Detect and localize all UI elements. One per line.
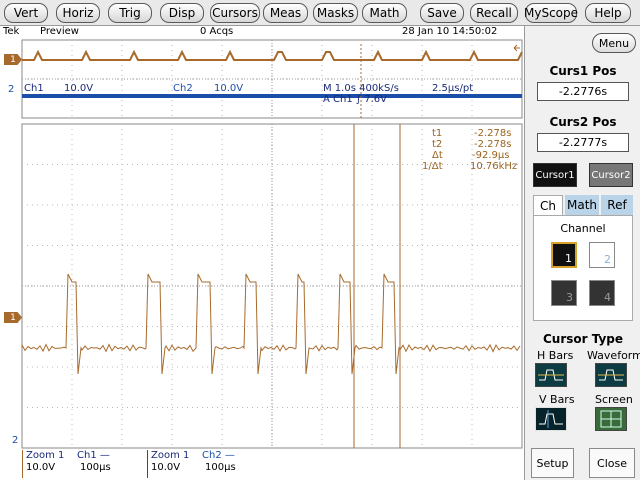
- channel-1-label: 1: [565, 252, 572, 265]
- delta-t-value: -92.9μs: [472, 150, 510, 161]
- zoom1-ch2-readout[interactable]: Zoom 1 Ch2 — 10.0V 100μs: [147, 450, 242, 478]
- timebase-readout: M 1.0s 400kS/s: [323, 83, 399, 94]
- ch1-scale: 10.0V: [64, 83, 94, 94]
- h-bars-icon: [538, 369, 564, 381]
- horiz-menu-button[interactable]: Horiz: [56, 3, 100, 23]
- channel-3-label: 3: [566, 291, 573, 304]
- t2-value: -2.278s: [474, 139, 512, 150]
- channel-2-button[interactable]: 2: [589, 242, 615, 268]
- zoom1-ch1-readout[interactable]: Zoom 1 Ch1 — 10.0V 100μs: [22, 450, 112, 478]
- tab-math[interactable]: Math: [565, 195, 599, 215]
- vert-menu-button[interactable]: Vert: [4, 3, 48, 23]
- ch2-zoom-marker[interactable]: 2: [12, 435, 18, 446]
- screen-icon: [600, 410, 622, 428]
- v-bars-icon: [539, 410, 563, 428]
- acq-count-label: 0 Acqs: [200, 26, 234, 37]
- t1-value: -2.278s: [474, 128, 512, 139]
- menu-bar: Vert Horiz Trig Disp Cursors Meas Masks …: [0, 0, 640, 26]
- waveform-label: Waveform: [587, 349, 640, 362]
- curs1-pos-title: Curs1 Pos: [549, 64, 617, 78]
- inv-delta-t-value: 10.76kHz: [470, 161, 518, 172]
- resolution-readout: 2.5μs/pt: [432, 83, 474, 94]
- curs2-pos-title: Curs2 Pos: [549, 115, 617, 129]
- save-menu-button[interactable]: Save: [420, 3, 464, 23]
- v-bars-button[interactable]: [535, 407, 567, 431]
- ch1-level-arrow: [513, 44, 520, 52]
- tab-ref[interactable]: Ref: [601, 195, 633, 215]
- inv-delta-t-label: 1/Δt: [422, 161, 443, 172]
- waveform-button[interactable]: [595, 363, 627, 387]
- math-menu-button[interactable]: Math: [362, 3, 407, 23]
- screen-button[interactable]: [595, 407, 627, 431]
- close-button[interactable]: Close: [589, 448, 635, 478]
- disp-menu-button[interactable]: Disp: [160, 3, 204, 23]
- trig-menu-button[interactable]: Trig: [108, 3, 152, 23]
- zoom-channel: Ch2 —: [202, 450, 235, 461]
- waveform-graticule: [21, 39, 523, 449]
- t2-label: t2: [432, 139, 443, 150]
- tab-ch[interactable]: Ch: [533, 195, 563, 215]
- channel-1-button[interactable]: 1: [551, 242, 577, 268]
- curs2-pos-field[interactable]: -2.2777s: [537, 133, 629, 152]
- datetime-label: 28 Jan 10 14:50:02: [402, 26, 498, 37]
- cursor1-button[interactable]: Cursor1: [533, 163, 577, 187]
- ch2-label: Ch2: [173, 83, 193, 94]
- h-bars-label: H Bars: [537, 349, 574, 362]
- zoom-readout-bar: Zoom 1 Ch1 — 10.0V 100μs Zoom 1 Ch2 — 10…: [0, 450, 524, 480]
- myscope-menu-button[interactable]: MyScope: [524, 3, 578, 23]
- channel-4-button[interactable]: 4: [589, 280, 615, 306]
- setup-button[interactable]: Setup: [531, 448, 574, 478]
- ch2-scale: 10.0V: [214, 83, 244, 94]
- brand-label: Tek: [3, 26, 20, 37]
- zoom-volts: 10.0V: [151, 462, 181, 473]
- v-bars-label: V Bars: [539, 393, 575, 406]
- zoom-volts: 10.0V: [26, 462, 56, 473]
- cursor-type-title: Cursor Type: [542, 332, 624, 346]
- channel-2-label: 2: [604, 253, 611, 266]
- acq-mode-label: Preview: [40, 26, 79, 37]
- channel-title: Channel: [560, 222, 606, 235]
- delta-t-label: Δt: [432, 150, 443, 161]
- masks-menu-button[interactable]: Masks: [313, 3, 358, 23]
- trigger-readout: A Ch1 ∫ 7.6V: [323, 94, 388, 105]
- curs1-pos-field[interactable]: -2.2776s: [537, 82, 629, 101]
- t1-label: t1: [432, 128, 443, 139]
- zoom-time: 100μs: [205, 462, 236, 473]
- meas-menu-button[interactable]: Meas: [263, 3, 308, 23]
- zoom-label: Zoom 1: [151, 450, 190, 461]
- zoom-time: 100μs: [80, 462, 111, 473]
- zoom-label: Zoom 1: [26, 450, 65, 461]
- ch1-zoom-trace: [21, 273, 521, 375]
- ch2-overview-marker[interactable]: 2: [8, 84, 14, 95]
- h-bars-button[interactable]: [535, 363, 567, 387]
- cursor-control-panel: Menu Curs1 Pos -2.2776s Curs2 Pos -2.277…: [524, 26, 640, 480]
- help-menu-button[interactable]: Help: [585, 3, 631, 23]
- waveform-icon: [598, 369, 624, 381]
- menu-button[interactable]: Menu: [592, 33, 636, 53]
- cursors-menu-button[interactable]: Cursors: [210, 3, 260, 23]
- recall-menu-button[interactable]: Recall: [470, 3, 518, 23]
- cursor2-button[interactable]: Cursor2: [589, 163, 633, 187]
- channel-3-button[interactable]: 3: [551, 280, 577, 306]
- waveform-display[interactable]: 1 2 1 2 Ch1 10.0V Ch2 10.0V M 1.0s 400kS…: [0, 38, 524, 450]
- ch1-label: Ch1: [24, 83, 44, 94]
- screen-label: Screen: [595, 393, 633, 406]
- channel-4-label: 4: [604, 291, 611, 304]
- zoom-channel: Ch1 —: [77, 450, 110, 461]
